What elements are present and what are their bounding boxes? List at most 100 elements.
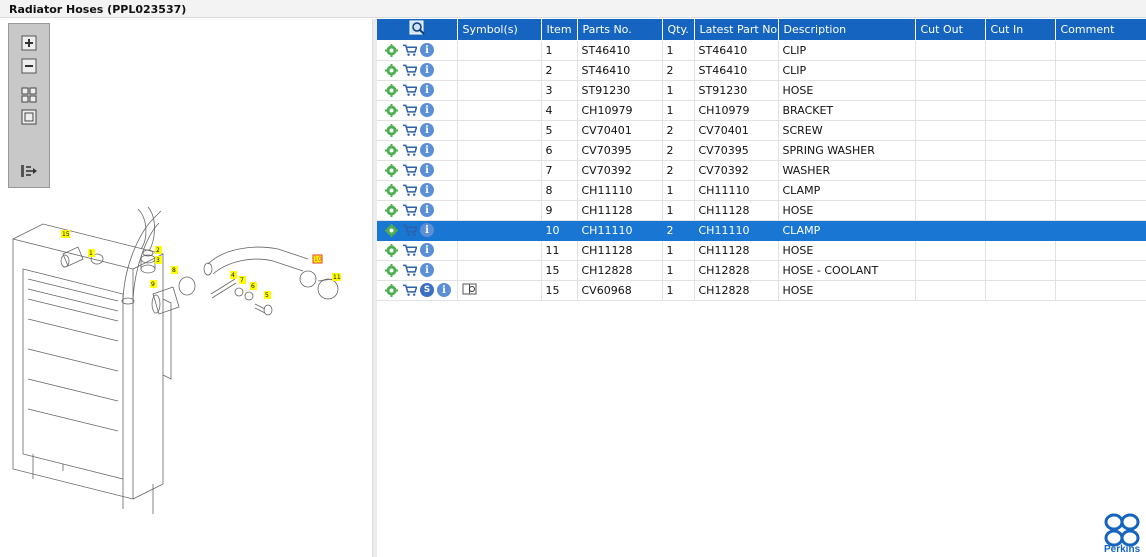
table-row[interactable]: i 7 CV70392 2 CV70392 WASHER	[377, 160, 1146, 181]
diagram-pane[interactable]: 15 1 2 3 9 8 4 7 6 5 10 11	[3, 19, 372, 557]
gear-icon[interactable]	[384, 203, 399, 218]
cart-icon[interactable]	[402, 143, 417, 158]
cart-icon[interactable]	[402, 283, 417, 298]
search-view-icon[interactable]	[409, 20, 425, 36]
column-header-parts-no[interactable]: Parts No.	[577, 19, 663, 41]
cart-icon[interactable]	[402, 263, 417, 278]
gear-icon[interactable]	[384, 243, 399, 258]
table-row[interactable]: Si 15 CV60968 1 CH12828 HOSE	[377, 280, 1146, 301]
cell-item: 6	[541, 140, 578, 161]
cell-latest-part-no: ST91230	[694, 80, 779, 101]
info-icon[interactable]: i	[420, 143, 434, 157]
s-badge-icon[interactable]: S	[420, 283, 434, 297]
column-header-item[interactable]: Item	[541, 19, 578, 41]
row-actions: i	[377, 240, 458, 261]
cell-parts-no: CH11110	[577, 220, 663, 241]
cart-icon[interactable]	[402, 123, 417, 138]
cell-symbols	[457, 240, 542, 261]
table-row[interactable]: i 9 CH11128 1 CH11128 HOSE	[377, 200, 1146, 221]
diagram-toolbox	[8, 23, 50, 188]
cart-icon[interactable]	[402, 63, 417, 78]
book-search-icon[interactable]	[462, 281, 477, 296]
table-row[interactable]: i 1 ST46410 1 ST46410 CLIP	[377, 40, 1146, 61]
cell-symbols	[457, 200, 542, 221]
cell-description: CLAMP	[778, 180, 916, 201]
exploded-parts-diagram[interactable]: 15 1 2 3 9 8 4 7 6 5 10 11	[3, 179, 372, 557]
column-header-tools[interactable]	[377, 19, 458, 41]
gear-icon[interactable]	[384, 263, 399, 278]
row-actions: i	[377, 200, 458, 221]
table-row[interactable]: i 15 CH12828 1 CH12828 HOSE - COOLANT	[377, 260, 1146, 281]
info-icon[interactable]: i	[420, 163, 434, 177]
info-icon[interactable]: i	[420, 83, 434, 97]
table-row[interactable]: i 11 CH11128 1 CH11128 HOSE	[377, 240, 1146, 261]
column-header-qty[interactable]: Qty.	[662, 19, 695, 41]
gear-icon[interactable]	[384, 143, 399, 158]
column-header-description[interactable]: Description	[778, 19, 916, 41]
frame-icon[interactable]	[19, 108, 39, 126]
cart-icon[interactable]	[402, 183, 417, 198]
info-icon[interactable]: i	[420, 43, 434, 57]
callout-5: 5	[265, 292, 269, 299]
cell-qty: 2	[662, 140, 695, 161]
row-actions: i	[377, 160, 458, 181]
table-header: Symbol(s) Item Parts No. Qty. Latest Par…	[377, 19, 1146, 41]
info-icon[interactable]: i	[420, 263, 434, 277]
export-icon[interactable]	[19, 162, 39, 180]
table-row[interactable]: i 4 CH10979 1 CH10979 BRACKET	[377, 100, 1146, 121]
info-icon[interactable]: i	[420, 123, 434, 137]
info-icon[interactable]: i	[420, 63, 434, 77]
cell-qty: 1	[662, 100, 695, 121]
gear-icon[interactable]	[384, 83, 399, 98]
row-actions: Si	[377, 280, 458, 301]
table-row[interactable]: i 5 CV70401 2 CV70401 SCREW	[377, 120, 1146, 141]
cart-icon[interactable]	[402, 223, 417, 238]
table-row[interactable]: i 3 ST91230 1 ST91230 HOSE	[377, 80, 1146, 101]
info-icon[interactable]: i	[420, 203, 434, 217]
column-header-latest-part-no[interactable]: Latest Part No.	[694, 19, 779, 41]
cell-parts-no: CH11128	[577, 240, 663, 261]
cart-icon[interactable]	[402, 243, 417, 258]
cart-icon[interactable]	[402, 103, 417, 118]
cell-parts-no: CH11110	[577, 180, 663, 201]
cell-symbols	[457, 40, 542, 61]
info-icon[interactable]: i	[420, 183, 434, 197]
cart-icon[interactable]	[402, 83, 417, 98]
column-header-symbols[interactable]: Symbol(s)	[457, 19, 542, 41]
info-icon[interactable]: i	[437, 283, 451, 297]
gear-icon[interactable]	[384, 223, 399, 238]
column-header-comment[interactable]: Comment	[1055, 19, 1146, 41]
zoom-in-icon[interactable]	[19, 34, 39, 52]
cell-comment	[1055, 60, 1146, 81]
cell-symbols	[457, 100, 542, 121]
gear-icon[interactable]	[384, 103, 399, 118]
gear-icon[interactable]	[384, 43, 399, 58]
cart-icon[interactable]	[402, 163, 417, 178]
table-row[interactable]: i 2 ST46410 2 ST46410 CLIP	[377, 60, 1146, 81]
cell-qty: 2	[662, 220, 695, 241]
gear-icon[interactable]	[384, 183, 399, 198]
table-row[interactable]: i 8 CH11110 1 CH11110 CLAMP	[377, 180, 1146, 201]
cart-icon[interactable]	[402, 43, 417, 58]
table-row[interactable]: i 10 CH11110 2 CH11110 CLAMP	[377, 220, 1146, 241]
cart-icon[interactable]	[402, 203, 417, 218]
cell-cut-in	[985, 200, 1056, 221]
cell-comment	[1055, 100, 1146, 121]
table-row[interactable]: i 6 CV70395 2 CV70395 SPRING WASHER	[377, 140, 1146, 161]
column-header-cut-in[interactable]: Cut In	[985, 19, 1056, 41]
callout-10: 10	[314, 256, 322, 263]
gear-icon[interactable]	[384, 283, 399, 298]
info-icon[interactable]: i	[420, 103, 434, 117]
cell-description: HOSE	[778, 200, 916, 221]
info-icon[interactable]: i	[420, 243, 434, 257]
fit-icon[interactable]	[19, 86, 39, 104]
cell-comment	[1055, 180, 1146, 201]
cell-latest-part-no: CV70401	[694, 120, 779, 141]
column-header-cut-out[interactable]: Cut Out	[915, 19, 986, 41]
row-actions: i	[377, 120, 458, 141]
info-icon[interactable]: i	[420, 223, 434, 237]
gear-icon[interactable]	[384, 163, 399, 178]
gear-icon[interactable]	[384, 63, 399, 78]
gear-icon[interactable]	[384, 123, 399, 138]
zoom-out-icon[interactable]	[19, 57, 39, 75]
